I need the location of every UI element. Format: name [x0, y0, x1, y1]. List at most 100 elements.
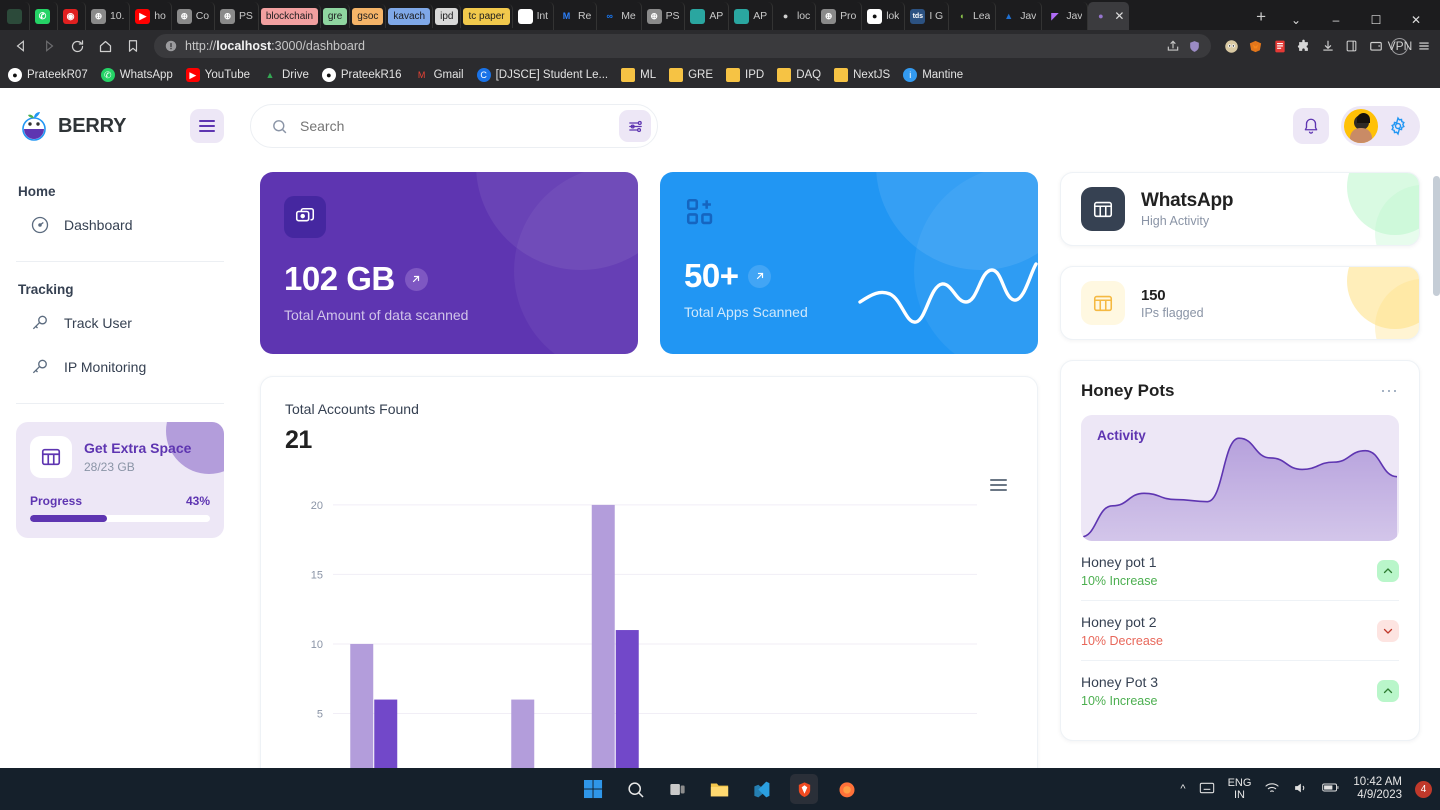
brand-row[interactable]: BERRY	[16, 88, 224, 164]
gear-icon[interactable]	[1388, 116, 1408, 136]
bell-icon[interactable]	[1293, 108, 1329, 144]
grammarly-icon[interactable]	[1223, 38, 1240, 55]
task-view-icon[interactable]	[664, 776, 690, 802]
browser-tab[interactable]: tds I G	[905, 2, 950, 30]
hamburger-export-icon[interactable]	[990, 479, 1007, 491]
keyboard-icon[interactable]	[1199, 781, 1215, 798]
sidebar-icon[interactable]	[1343, 38, 1360, 55]
browser-tab[interactable]: ipd	[433, 4, 462, 28]
bookmark-item[interactable]: DAQ	[777, 68, 821, 82]
bookmark-item[interactable]: C [DJSCE] Student Le...	[476, 68, 608, 82]
browser-tab[interactable]: ◤ Jav	[1042, 2, 1089, 30]
sidebar-item-track-user[interactable]: Track User	[16, 301, 224, 345]
wifi-icon[interactable]	[1264, 781, 1280, 798]
browser-tab[interactable]: ● lok	[862, 2, 906, 30]
bookmark-item[interactable]: NextJS	[834, 68, 890, 82]
profile-pill[interactable]	[1341, 106, 1420, 146]
file-explorer-icon[interactable]	[706, 776, 732, 802]
battery-icon[interactable]	[1322, 781, 1340, 797]
browser-tab[interactable]: tc paper	[461, 4, 513, 28]
download-icon[interactable]	[1319, 38, 1336, 55]
bookmark-item[interactable]: ● PrateekR07	[8, 68, 88, 82]
page-scrollbar-thumb[interactable]	[1433, 176, 1440, 296]
avatar[interactable]	[1344, 109, 1378, 143]
bookmark-item[interactable]: GRE	[669, 68, 713, 82]
minimize-button[interactable]: –	[1316, 13, 1356, 27]
get-extra-space-card[interactable]: Get Extra Space 28/23 GB Progress 43%	[16, 422, 224, 538]
share-icon[interactable]	[1166, 39, 1180, 53]
browser-tab[interactable]: M Re	[554, 2, 598, 30]
bookmark-item[interactable]: ● PrateekR16	[321, 68, 402, 82]
browser-tab[interactable]: ∞ Me	[597, 2, 642, 30]
forward-button[interactable]	[36, 33, 62, 59]
honey-pot-row[interactable]: Honey pot 1 10% Increase	[1081, 541, 1399, 601]
browser-tab[interactable]: ◖ Lea	[949, 2, 997, 30]
browser-tab[interactable]: ⊕ Co	[172, 2, 216, 30]
puzzle-icon[interactable]	[1295, 38, 1312, 55]
maximize-button[interactable]: ☐	[1356, 13, 1396, 27]
stat-card-apps-scanned[interactable]: 50+ Total Apps Scanned	[660, 172, 1038, 354]
side-card-ips-flagged[interactable]: 150 IPs flagged	[1060, 266, 1420, 340]
address-bar[interactable]: http://localhost:3000/dashboard	[154, 34, 1211, 58]
firefox-icon[interactable]	[834, 776, 860, 802]
chevron-up-icon[interactable]	[1377, 680, 1399, 702]
close-window-button[interactable]: ✕	[1396, 13, 1436, 27]
close-tab-icon[interactable]: ✕	[1114, 9, 1124, 23]
metamask-icon[interactable]	[1247, 38, 1264, 55]
home-button[interactable]	[92, 33, 118, 59]
browser-tab[interactable]: ⊕ PS	[642, 2, 686, 30]
bookmark-item[interactable]: IPD	[726, 68, 764, 82]
browser-menu-icon[interactable]	[1415, 38, 1432, 55]
browser-tab[interactable]: Int	[513, 2, 554, 30]
language-indicator[interactable]: ENG IN	[1228, 777, 1252, 801]
bookmark-item[interactable]: ✆ WhatsApp	[100, 68, 173, 82]
wallet-icon[interactable]	[1367, 38, 1384, 55]
honey-pot-row[interactable]: Honey pot 2 10% Decrease	[1081, 601, 1399, 661]
bookmark-item[interactable]: ▲ Drive	[263, 68, 309, 82]
browser-tab[interactable]: kavach	[386, 4, 434, 28]
windows-start-icon[interactable]	[580, 776, 606, 802]
more-horizontal-icon[interactable]: ⋯	[1380, 382, 1399, 400]
new-tab-button[interactable]: +	[1246, 7, 1276, 30]
browser-tab[interactable]: ⊕ PS	[215, 2, 259, 30]
vscode-icon[interactable]	[748, 776, 774, 802]
brave-icon[interactable]	[790, 774, 818, 804]
honey-pot-row[interactable]: Honey Pot 3 10% Increase	[1081, 661, 1399, 720]
brave-shield-icon[interactable]	[1188, 39, 1201, 54]
browser-tab[interactable]: ◉	[58, 2, 86, 30]
reload-button[interactable]	[64, 33, 90, 59]
search-input[interactable]	[300, 118, 607, 134]
chevron-down-icon[interactable]	[1377, 620, 1399, 642]
browser-tab[interactable]: gsoc	[350, 4, 387, 28]
browser-tab[interactable]	[2, 2, 30, 30]
browser-tab[interactable]: ▲ Jav	[996, 2, 1043, 30]
browser-tab[interactable]: ⊕ Pro	[816, 2, 863, 30]
browser-tab[interactable]: blockchain	[259, 4, 321, 28]
browser-tab[interactable]: ✆	[30, 2, 58, 30]
browser-tab[interactable]: ⊕ 10.	[86, 2, 131, 30]
browser-tab[interactable]: gre	[321, 4, 351, 28]
notification-badge[interactable]: 4	[1415, 780, 1432, 798]
bookmark-item[interactable]: i Mantine	[903, 68, 963, 82]
chevron-up-icon[interactable]	[1377, 560, 1399, 582]
bookmark-item[interactable]: M Gmail	[415, 68, 464, 82]
stat-card-data-scanned[interactable]: 102 GB Total Amount of data scanned	[260, 172, 638, 354]
browser-tab[interactable]: ● ✕	[1088, 2, 1130, 30]
bookmark-item[interactable]: ML	[621, 68, 656, 82]
reader-extension-icon[interactable]	[1271, 38, 1288, 55]
chevron-up-icon[interactable]: ^	[1180, 783, 1185, 795]
search-icon[interactable]	[622, 776, 648, 802]
browser-tab[interactable]: ● loc	[773, 2, 817, 30]
back-button[interactable]	[8, 33, 34, 59]
sidebar-item-ip-monitoring[interactable]: IP Monitoring	[16, 345, 224, 389]
taskbar-clock[interactable]: 10:42 AM 4/9/2023	[1353, 776, 1402, 802]
browser-tab[interactable]: AP	[685, 2, 730, 30]
volume-icon[interactable]	[1293, 781, 1309, 798]
browser-tab[interactable]: AP	[729, 2, 774, 30]
search-box[interactable]	[250, 104, 658, 148]
vpn-badge[interactable]: VPN	[1388, 37, 1412, 55]
bookmark-button[interactable]	[120, 33, 146, 59]
sidebar-toggle-button[interactable]	[190, 109, 224, 143]
bookmark-item[interactable]: ▶ YouTube	[185, 68, 250, 82]
side-card-whatsapp[interactable]: WhatsApp High Activity	[1060, 172, 1420, 246]
